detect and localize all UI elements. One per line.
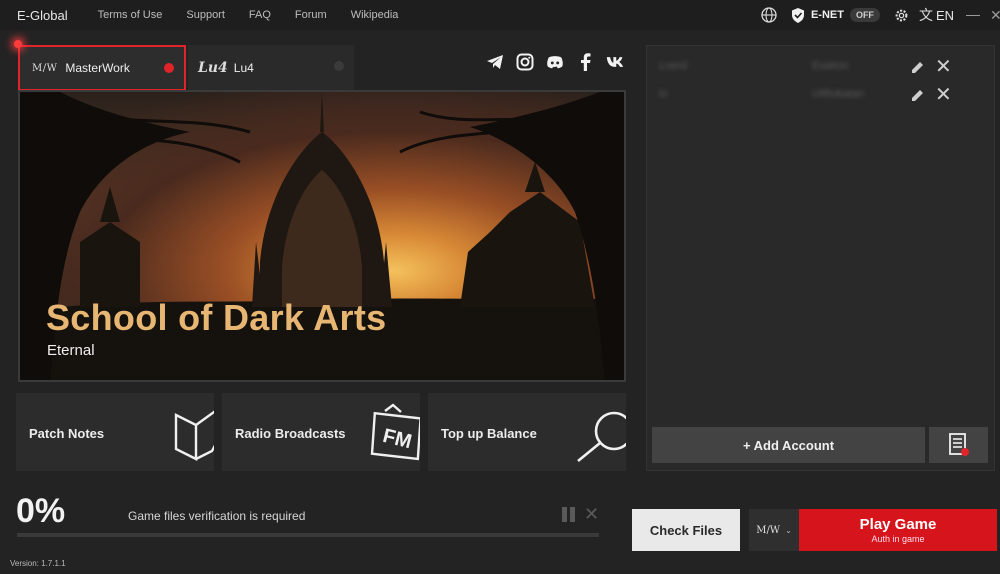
- book-icon: [174, 410, 214, 461]
- close-icon[interactable]: ✕: [990, 7, 1000, 24]
- card-label: Patch Notes: [29, 426, 105, 441]
- play-sublabel: Auth in game: [871, 534, 925, 544]
- delete-icon[interactable]: ✕: [935, 85, 952, 105]
- game-select-logo: M/W: [756, 524, 781, 536]
- pause-icon[interactable]: [562, 507, 576, 522]
- progress-percent: 0%: [16, 492, 66, 530]
- play-label: Play Game: [859, 516, 937, 533]
- social-links: [486, 53, 624, 71]
- status-dot-icon: [164, 63, 174, 73]
- top-nav: Terms of Use Support FAQ Forum Wikipedia: [98, 9, 423, 21]
- document-icon: [948, 433, 969, 456]
- check-files-button[interactable]: Check Files: [632, 509, 740, 551]
- status-dot-icon: [334, 61, 344, 71]
- add-account-button[interactable]: + Add Account: [652, 427, 925, 463]
- facebook-icon[interactable]: [576, 53, 594, 71]
- account-row[interactable]: Lnerd Exekon ✕: [647, 54, 994, 82]
- svg-text:FM: FM: [381, 425, 414, 453]
- tab-label: MasterWork: [65, 61, 130, 75]
- play-game-button[interactable]: Play Game Auth in game: [799, 509, 997, 551]
- enet-label: E-NET: [810, 9, 844, 21]
- account-row[interactable]: ln Uliftukatan ✕: [647, 82, 994, 110]
- version-label: Version: 1.7.1.1: [10, 559, 66, 568]
- gear-icon[interactable]: [894, 8, 909, 23]
- nav-wikipedia[interactable]: Wikipedia: [351, 9, 399, 21]
- card-label: Radio Broadcasts: [235, 426, 346, 441]
- delete-icon[interactable]: ✕: [935, 57, 952, 77]
- highlight-spark-icon: [14, 40, 22, 48]
- radio-broadcasts-card[interactable]: Radio Broadcasts FM: [222, 393, 420, 471]
- masterwork-logo-icon: M/W: [32, 62, 58, 74]
- tab-label: Lu4: [233, 61, 254, 75]
- cancel-icon[interactable]: ✕: [584, 504, 599, 525]
- game-banner[interactable]: School of Dark Arts Eternal: [18, 90, 626, 382]
- progress-bar: [17, 533, 599, 537]
- app-title: E-Global: [17, 7, 68, 23]
- translate-icon[interactable]: 文: [919, 5, 933, 25]
- top-right-controls: E-NET OFF 文 EN ✕: [761, 0, 1000, 30]
- game-select-dropdown[interactable]: M/W ⌄: [749, 509, 799, 551]
- edit-icon[interactable]: [911, 60, 925, 74]
- nav-faq[interactable]: FAQ: [249, 9, 271, 21]
- nav-forum[interactable]: Forum: [295, 9, 327, 21]
- accounts-panel: Lnerd Exekon ✕ ln Uliftukatan ✕: [646, 45, 995, 471]
- nav-terms-of-use[interactable]: Terms of Use: [98, 9, 163, 21]
- tab-masterwork[interactable]: M/W MasterWork: [18, 45, 186, 91]
- top-up-balance-card[interactable]: Top up Balance: [428, 393, 626, 471]
- progress-message: Game files verification is required: [128, 509, 306, 523]
- nav-support[interactable]: Support: [186, 9, 225, 21]
- account-server: Uliftukatan: [812, 88, 864, 100]
- vk-icon[interactable]: [606, 53, 624, 71]
- language-selector[interactable]: EN: [936, 8, 954, 23]
- banner-subtitle: Eternal: [47, 342, 95, 359]
- globe-icon[interactable]: [761, 7, 777, 23]
- patch-notes-card[interactable]: Patch Notes: [16, 393, 214, 471]
- magnifier-coin-icon: [577, 411, 626, 463]
- chevron-down-icon: ⌄: [785, 525, 792, 535]
- discord-icon[interactable]: [546, 53, 564, 71]
- telegram-icon[interactable]: [486, 53, 504, 71]
- banner-title: School of Dark Arts: [46, 297, 387, 338]
- account-server: Exekon: [812, 60, 849, 72]
- account-name: ln: [659, 88, 668, 100]
- card-label: Top up Balance: [441, 426, 537, 441]
- edit-icon[interactable]: [911, 88, 925, 102]
- account-list-button[interactable]: [929, 427, 988, 463]
- instagram-icon[interactable]: [516, 53, 534, 71]
- shield-icon: [791, 7, 804, 23]
- fm-radio-icon: FM: [370, 403, 420, 461]
- enet-toggle[interactable]: OFF: [849, 8, 880, 22]
- title-bar: E-Global Terms of Use Support FAQ Forum …: [0, 0, 1000, 30]
- account-name: Lnerd: [659, 60, 688, 72]
- tab-lu4[interactable]: Lu4 Lu4: [188, 45, 354, 91]
- minimize-icon[interactable]: [966, 14, 980, 16]
- lu4-logo-icon: Lu4: [198, 60, 228, 76]
